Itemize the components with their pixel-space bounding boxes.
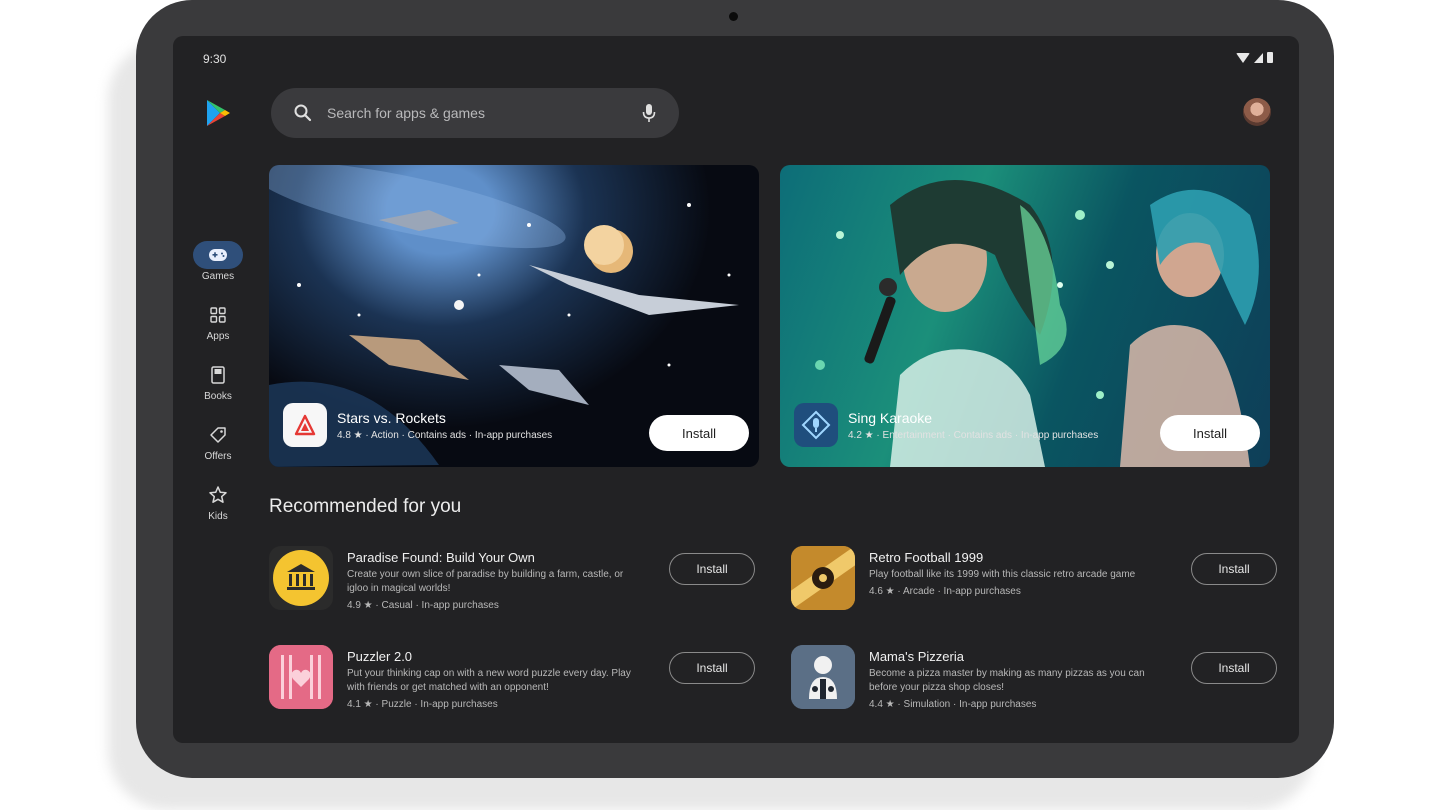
search-icon [294, 104, 312, 122]
rail-label: Offers [204, 451, 232, 462]
featured-app-info: Stars vs. Rockets 4.8 ★ · Action · Conta… [283, 403, 552, 447]
rail-label: Apps [206, 331, 230, 342]
navigation-rail: Games Apps Books Offers Kids [191, 241, 245, 541]
featured-app-info: Sing Karaoke 4.2 ★ · Entertainment · Con… [794, 403, 1098, 447]
heart-cage-icon [269, 645, 333, 709]
featured-app-meta: 4.2 ★ · Entertainment · Contains ads · I… [848, 429, 1099, 441]
battery-icon [1267, 52, 1273, 63]
account-avatar[interactable] [1243, 98, 1271, 126]
status-icons [1236, 52, 1273, 63]
install-button[interactable]: Install [1160, 415, 1260, 451]
book-icon [211, 366, 225, 384]
install-button[interactable]: Install [649, 415, 749, 451]
featured-app-meta: 4.8 ★ · Action · Contains ads · In-app p… [337, 429, 553, 441]
app-title: Paradise Found: Build Your Own [347, 550, 535, 565]
rail-active-indicator [193, 241, 243, 269]
app-meta: 4.1 ★ · Puzzle · In-app purchases [347, 699, 498, 710]
mamas-pizzeria-app-icon [791, 645, 855, 709]
featured-card-sing-karaoke[interactable]: Sing Karaoke 4.2 ★ · Entertainment · Con… [780, 165, 1270, 467]
app-description: Play football like its 1999 with this cl… [869, 569, 1136, 580]
chef-icon [791, 645, 855, 709]
temple-icon [273, 550, 329, 606]
tag-icon [210, 427, 226, 443]
rail-item-kids[interactable]: Kids [191, 481, 245, 541]
app-description: Create your own slice of paradise by bui… [347, 569, 624, 594]
featured-app-title: Sing Karaoke [848, 409, 933, 426]
install-button[interactable]: Install [669, 553, 755, 585]
featured-card-stars-vs-rockets[interactable]: Stars vs. Rockets 4.8 ★ · Action · Conta… [269, 165, 759, 467]
apps-grid-icon [210, 307, 226, 323]
sing-karaoke-app-icon [794, 403, 838, 447]
microphone-diamond-icon [801, 410, 831, 440]
app-description: Put your thinking cap on with a new word… [347, 668, 631, 693]
rail-item-offers[interactable]: Offers [191, 421, 245, 481]
rocket-triangle-icon [294, 414, 316, 436]
rail-item-books[interactable]: Books [191, 361, 245, 421]
app-title: Mama's Pizzeria [869, 649, 964, 664]
recommended-section-title: Recommended for you [269, 496, 462, 517]
app-title: Retro Football 1999 [869, 550, 984, 565]
list-item[interactable]: Mama's Pizzeria Become a pizza master by… [791, 645, 1277, 715]
gamepad-icon [209, 249, 227, 261]
status-time: 9:30 [203, 52, 227, 66]
list-item[interactable]: Paradise Found: Build Your Own Create yo… [269, 546, 755, 616]
front-camera [729, 12, 738, 21]
rail-item-apps[interactable]: Apps [191, 301, 245, 361]
microphone-icon[interactable] [641, 103, 657, 123]
app-description: Become a pizza master by making as many … [869, 668, 1145, 693]
featured-app-title: Stars vs. Rockets [337, 409, 446, 426]
retro-football-app-icon [791, 546, 855, 610]
search-input[interactable]: Search for apps & games [327, 105, 641, 121]
app-meta: 4.6 ★ · Arcade · In-app purchases [869, 586, 1021, 597]
rail-label: Kids [208, 511, 228, 522]
list-item[interactable]: Puzzler 2.0 Put your thinking cap on wit… [269, 645, 755, 715]
list-item[interactable]: Retro Football 1999 Play football like i… [791, 546, 1277, 616]
puzzler-app-icon [269, 645, 333, 709]
rail-item-games[interactable]: Games [191, 241, 245, 301]
install-button[interactable]: Install [1191, 652, 1277, 684]
app-meta: 4.4 ★ · Simulation · In-app purchases [869, 699, 1037, 710]
rail-label: Books [204, 391, 232, 402]
rail-label: Games [201, 271, 235, 282]
football-icon [791, 546, 855, 610]
install-button[interactable]: Install [669, 652, 755, 684]
stars-vs-rockets-app-icon [283, 403, 327, 447]
star-icon [209, 486, 227, 503]
paradise-found-app-icon [269, 546, 333, 610]
wifi-icon [1236, 52, 1250, 63]
signal-icon [1254, 52, 1263, 63]
app-title: Puzzler 2.0 [347, 649, 413, 664]
play-store-screen: 9:30 Games Apps Books Offers Kids Search… [173, 36, 1299, 743]
google-play-logo-icon[interactable] [205, 99, 231, 127]
app-meta: 4.9 ★ · Casual · In-app purchases [347, 600, 499, 611]
search-bar[interactable]: Search for apps & games [271, 88, 679, 138]
install-button[interactable]: Install [1191, 553, 1277, 585]
